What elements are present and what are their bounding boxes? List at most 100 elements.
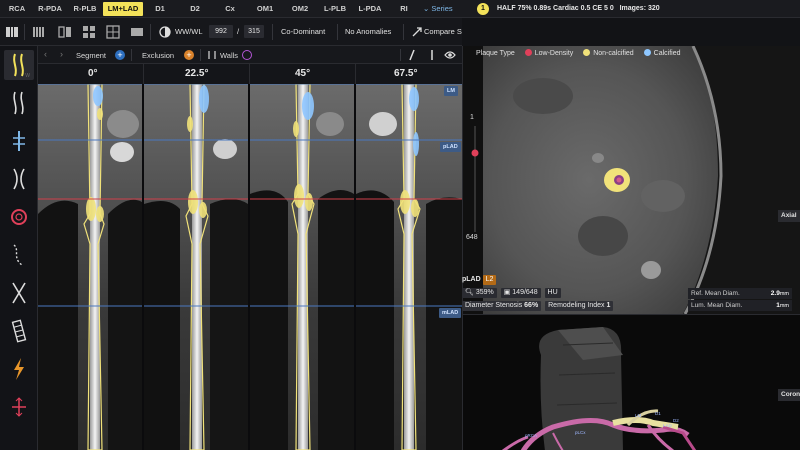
mlad-marker[interactable]: mLAD [439,308,462,318]
angle-header: 0° 22.5° 45° 67.5° [38,64,462,84]
ww-input[interactable]: 992 [209,25,233,38]
tab-om1[interactable]: OM1 [252,2,278,16]
tool-vessel-straight[interactable]: W [4,50,34,80]
tool-sidebar: W [0,46,38,450]
tab-l-plb[interactable]: L-PLB [320,2,350,16]
series-dropdown[interactable]: ⌄ Series [423,2,453,16]
stenosis-icon [13,168,25,190]
tab-ri[interactable]: RI [396,2,412,16]
segment-name: pLAD [462,276,481,283]
tool-centerline[interactable] [4,126,34,156]
dominance-button[interactable]: Co-Dominant [281,27,325,36]
tab-om2[interactable]: OM2 [287,2,313,16]
tool-bifurcation[interactable] [4,278,34,308]
study-info: HALF 75% 0.89s Cardiac 0.5 CE 5 0 Images… [497,5,660,12]
chevron-down-icon: ⌄ [423,4,430,13]
anomalies-button[interactable]: No Anomalies [345,27,391,36]
coronal-label-d1: D1 [655,411,661,416]
lumen-diameter: Lum. Mean Diam. 1mm [688,300,792,311]
slice-min: 1 [470,114,474,121]
wl-input[interactable]: 315 [244,25,264,38]
cpr-viewport[interactable]: LM pLAD mLAD [38,84,462,450]
non-calcified-swatch [583,49,591,56]
prev-arrow-icon[interactable]: ‹ [44,49,47,59]
coronal-label-d2: D2 [673,418,679,423]
tab-l-pda[interactable]: L-PDA [355,2,385,16]
slice-position: ▣ 149/648 [500,288,541,298]
coronal-label-lad: LAD [663,423,672,428]
coronal-view-label[interactable]: Coron [778,389,800,401]
legend-title: Plaque Type [476,50,515,57]
wwwl-separator: / [237,27,240,36]
calcified-swatch [643,49,651,56]
tab-cx[interactable]: Cx [220,2,240,16]
tool-stenosis[interactable] [4,164,34,194]
plad-marker[interactable]: pLAD [440,142,461,152]
cpr-panel-0 [38,84,142,450]
tool-curve-edit[interactable] [4,240,34,270]
layout-cpr-icon[interactable] [5,25,19,39]
add-segment-button[interactable]: + [115,50,125,60]
heart-3d-render [502,327,697,450]
legend-low-density: Low-Density [534,50,574,57]
tab-r-plb[interactable]: R-PLB [70,2,100,16]
tab-rca[interactable]: RCA [4,2,30,16]
line-icon[interactable] [426,49,438,61]
compare-icon [412,27,422,37]
images-count: Images: 320 [619,5,660,12]
tool-measure[interactable] [4,392,34,422]
toolbar: WW/WL 992 / 315 Co-Dominant No Anomalies… [0,18,476,46]
wwwl-label: WW/WL [175,27,203,36]
angle-22-5: 22.5° [185,68,209,79]
tool-vessel-curved[interactable] [4,88,34,118]
layout-columns-icon[interactable] [32,25,46,39]
segment-row: ‹ › Segment + Exclusion + Walls [38,46,462,64]
coronal-label-prca: pRCA [525,433,538,438]
next-arrow-icon[interactable]: › [60,49,63,59]
tab-d2[interactable]: D2 [185,2,205,16]
lm-marker[interactable]: LM [444,86,458,96]
exclusion-label: Exclusion [142,51,175,60]
segment-tag: L2 [482,275,497,285]
layout-grid-icon[interactable] [82,25,96,39]
walls-icon [208,51,216,59]
add-exclusion-button[interactable]: + [184,50,194,60]
cpr-panel-3 [356,84,462,450]
legend-non-calcified: Non-calcified [593,50,634,57]
tool-cross-section[interactable] [4,202,34,232]
tool-stent[interactable] [4,316,34,346]
ref-diameter: Ref. Mean Diam. 2.9mm [688,288,792,299]
slice-icon: ▣ [503,289,511,296]
zoom-icon: 🔍︎ [465,289,474,296]
walls-toggle[interactable] [242,50,252,60]
centerline-icon [13,131,25,151]
cpr-panel-1 [144,84,248,450]
tab-d1[interactable]: D1 [150,2,170,16]
eye-icon[interactable] [444,49,456,61]
vessel-curved-icon [13,91,24,115]
low-density-swatch [524,49,532,56]
remodeling-readout: Remodeling Index 1 [545,301,614,311]
tab-lm-lad[interactable]: LM+LAD [103,2,143,16]
unit-badge: HU [544,288,561,298]
slice-max: 648 [466,234,478,241]
tool-calcium[interactable] [4,354,34,384]
layout-wide-icon[interactable] [130,25,144,39]
plaque-legend: Plaque Type Low-Density Non-calcified Ca… [476,48,681,60]
zoom-level: 🔍︎ 359% [462,288,497,298]
coronal-viewport[interactable]: LM LAD D1 pLCx pRCA D2 [462,314,800,450]
cross-section-icon [11,209,27,225]
angle-67-5: 67.5° [394,68,418,79]
layout-quad-icon[interactable] [106,25,120,39]
contrast-icon[interactable] [158,25,172,39]
stenosis-readout: Diameter Stenosis 66% [462,301,542,311]
series-badge: 1 [477,3,489,15]
tab-r-pda[interactable]: R-PDA [34,2,66,16]
coronal-label-lm: LM [635,413,642,418]
layout-split-icon[interactable] [58,25,72,39]
bifurcation-icon [12,282,26,304]
top-bar: RCA R-PDA R-PLB LM+LAD D1 D2 Cx OM1 OM2 … [0,0,800,18]
angle-45: 45° [295,68,311,79]
axial-view-label[interactable]: Axial [778,210,800,222]
pen-icon[interactable] [406,49,418,61]
